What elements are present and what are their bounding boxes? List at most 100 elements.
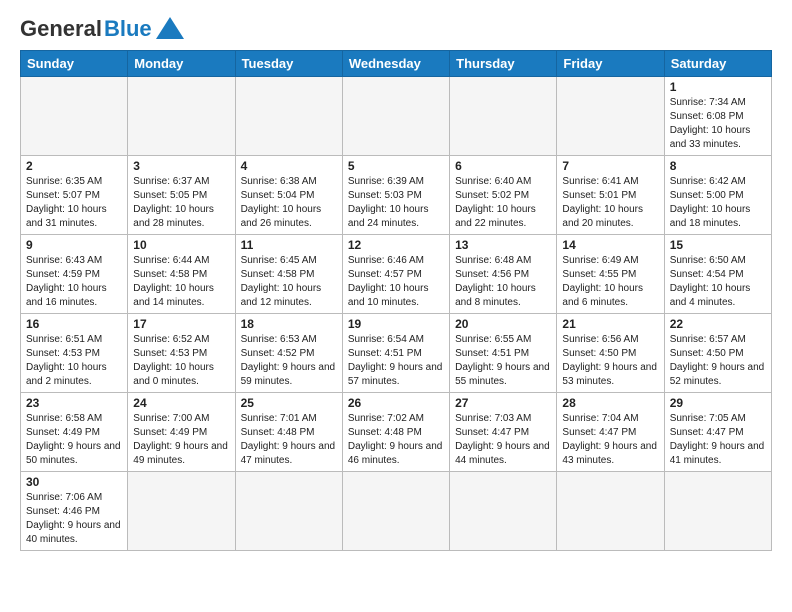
day-number: 18	[241, 317, 337, 331]
day-info: Sunrise: 6:56 AM Sunset: 4:50 PM Dayligh…	[562, 333, 658, 389]
day-info: Sunrise: 7:05 AM Sunset: 4:47 PM Dayligh…	[670, 412, 766, 468]
calendar-cell: 8 Sunrise: 6:42 AM Sunset: 5:00 PM Daylig…	[664, 156, 771, 235]
logo-blue-text: Blue	[104, 16, 152, 42]
calendar-header-row: SundayMondayTuesdayWednesdayThursdayFrid…	[21, 51, 772, 77]
calendar-cell: 30Sunrise: 7:06 AM Sunset: 4:46 PM Dayli…	[21, 472, 128, 551]
day-number: 5	[348, 159, 444, 173]
day-info: Sunrise: 7:03 AM Sunset: 4:47 PM Dayligh…	[455, 412, 551, 468]
day-number: 20	[455, 317, 551, 331]
calendar-header-monday: Monday	[128, 51, 235, 77]
day-number: 22	[670, 317, 766, 331]
calendar-cell: 1 Sunrise: 7:34 AM Sunset: 6:08 PM Daylig…	[664, 77, 771, 156]
calendar-week-4: 23 Sunrise: 6:58 AM Sunset: 4:49 PM Dayli…	[21, 393, 772, 472]
calendar-cell: 21 Sunrise: 6:56 AM Sunset: 4:50 PM Dayli…	[557, 314, 664, 393]
day-info: Sunrise: 7:02 AM Sunset: 4:48 PM Dayligh…	[348, 412, 444, 468]
calendar-cell: 6 Sunrise: 6:40 AM Sunset: 5:02 PM Daylig…	[450, 156, 557, 235]
day-number: 7	[562, 159, 658, 173]
calendar-cell: 29 Sunrise: 7:05 AM Sunset: 4:47 PM Dayli…	[664, 393, 771, 472]
logo-general-text: General	[20, 16, 102, 42]
day-info: Sunrise: 6:48 AM Sunset: 4:56 PM Dayligh…	[455, 254, 551, 310]
calendar-table: SundayMondayTuesdayWednesdayThursdayFrid…	[20, 50, 772, 551]
calendar-cell: 13Sunrise: 6:48 AM Sunset: 4:56 PM Dayli…	[450, 235, 557, 314]
day-number: 12	[348, 238, 444, 252]
calendar-cell: 14 Sunrise: 6:49 AM Sunset: 4:55 PM Dayli…	[557, 235, 664, 314]
day-info: Sunrise: 6:37 AM Sunset: 5:05 PM Dayligh…	[133, 175, 229, 231]
calendar-week-5: 30Sunrise: 7:06 AM Sunset: 4:46 PM Dayli…	[21, 472, 772, 551]
calendar-cell: 22 Sunrise: 6:57 AM Sunset: 4:50 PM Dayli…	[664, 314, 771, 393]
calendar-cell	[342, 77, 449, 156]
calendar-cell	[21, 77, 128, 156]
day-number: 15	[670, 238, 766, 252]
calendar-cell	[235, 472, 342, 551]
logo-triangle-icon	[156, 17, 184, 39]
day-info: Sunrise: 6:46 AM Sunset: 4:57 PM Dayligh…	[348, 254, 444, 310]
day-info: Sunrise: 6:35 AM Sunset: 5:07 PM Dayligh…	[26, 175, 122, 231]
day-info: Sunrise: 6:54 AM Sunset: 4:51 PM Dayligh…	[348, 333, 444, 389]
calendar-cell: 9Sunrise: 6:43 AM Sunset: 4:59 PM Daylig…	[21, 235, 128, 314]
day-number: 16	[26, 317, 122, 331]
day-info: Sunrise: 6:42 AM Sunset: 5:00 PM Dayligh…	[670, 175, 766, 231]
calendar-cell: 28 Sunrise: 7:04 AM Sunset: 4:47 PM Dayli…	[557, 393, 664, 472]
calendar-cell	[557, 472, 664, 551]
calendar-cell	[450, 77, 557, 156]
day-info: Sunrise: 7:01 AM Sunset: 4:48 PM Dayligh…	[241, 412, 337, 468]
day-info: Sunrise: 6:45 AM Sunset: 4:58 PM Dayligh…	[241, 254, 337, 310]
day-number: 6	[455, 159, 551, 173]
day-number: 29	[670, 396, 766, 410]
day-info: Sunrise: 6:40 AM Sunset: 5:02 PM Dayligh…	[455, 175, 551, 231]
calendar-week-2: 9Sunrise: 6:43 AM Sunset: 4:59 PM Daylig…	[21, 235, 772, 314]
calendar-cell: 3Sunrise: 6:37 AM Sunset: 5:05 PM Daylig…	[128, 156, 235, 235]
calendar-cell: 15 Sunrise: 6:50 AM Sunset: 4:54 PM Dayli…	[664, 235, 771, 314]
day-info: Sunrise: 6:39 AM Sunset: 5:03 PM Dayligh…	[348, 175, 444, 231]
day-info: Sunrise: 6:53 AM Sunset: 4:52 PM Dayligh…	[241, 333, 337, 389]
day-number: 24	[133, 396, 229, 410]
calendar-cell: 2 Sunrise: 6:35 AM Sunset: 5:07 PM Daylig…	[21, 156, 128, 235]
calendar-cell: 5 Sunrise: 6:39 AM Sunset: 5:03 PM Daylig…	[342, 156, 449, 235]
day-info: Sunrise: 6:57 AM Sunset: 4:50 PM Dayligh…	[670, 333, 766, 389]
calendar-header-thursday: Thursday	[450, 51, 557, 77]
day-number: 23	[26, 396, 122, 410]
calendar-week-0: 1 Sunrise: 7:34 AM Sunset: 6:08 PM Daylig…	[21, 77, 772, 156]
calendar-cell: 23 Sunrise: 6:58 AM Sunset: 4:49 PM Dayli…	[21, 393, 128, 472]
day-number: 10	[133, 238, 229, 252]
day-info: Sunrise: 6:44 AM Sunset: 4:58 PM Dayligh…	[133, 254, 229, 310]
calendar-cell: 25Sunrise: 7:01 AM Sunset: 4:48 PM Dayli…	[235, 393, 342, 472]
calendar-cell: 4Sunrise: 6:38 AM Sunset: 5:04 PM Daylig…	[235, 156, 342, 235]
calendar-cell: 26Sunrise: 7:02 AM Sunset: 4:48 PM Dayli…	[342, 393, 449, 472]
day-info: Sunrise: 6:49 AM Sunset: 4:55 PM Dayligh…	[562, 254, 658, 310]
calendar-cell: 27 Sunrise: 7:03 AM Sunset: 4:47 PM Dayli…	[450, 393, 557, 472]
day-info: Sunrise: 6:58 AM Sunset: 4:49 PM Dayligh…	[26, 412, 122, 468]
day-info: Sunrise: 6:38 AM Sunset: 5:04 PM Dayligh…	[241, 175, 337, 231]
calendar-cell	[557, 77, 664, 156]
day-info: Sunrise: 7:34 AM Sunset: 6:08 PM Dayligh…	[670, 96, 766, 152]
calendar-cell: 18 Sunrise: 6:53 AM Sunset: 4:52 PM Dayli…	[235, 314, 342, 393]
calendar-week-3: 16 Sunrise: 6:51 AM Sunset: 4:53 PM Dayli…	[21, 314, 772, 393]
day-info: Sunrise: 7:06 AM Sunset: 4:46 PM Dayligh…	[26, 491, 122, 547]
day-info: Sunrise: 6:50 AM Sunset: 4:54 PM Dayligh…	[670, 254, 766, 310]
day-info: Sunrise: 6:51 AM Sunset: 4:53 PM Dayligh…	[26, 333, 122, 389]
calendar-cell	[450, 472, 557, 551]
day-number: 17	[133, 317, 229, 331]
day-number: 2	[26, 159, 122, 173]
calendar-cell: 19Sunrise: 6:54 AM Sunset: 4:51 PM Dayli…	[342, 314, 449, 393]
calendar-cell: 11 Sunrise: 6:45 AM Sunset: 4:58 PM Dayli…	[235, 235, 342, 314]
day-number: 11	[241, 238, 337, 252]
calendar-header-saturday: Saturday	[664, 51, 771, 77]
day-number: 21	[562, 317, 658, 331]
calendar-cell: 20Sunrise: 6:55 AM Sunset: 4:51 PM Dayli…	[450, 314, 557, 393]
calendar-cell: 24Sunrise: 7:00 AM Sunset: 4:49 PM Dayli…	[128, 393, 235, 472]
day-number: 27	[455, 396, 551, 410]
logo: General Blue	[20, 16, 184, 42]
calendar-cell: 12 Sunrise: 6:46 AM Sunset: 4:57 PM Dayli…	[342, 235, 449, 314]
calendar-cell	[128, 472, 235, 551]
calendar-cell: 10 Sunrise: 6:44 AM Sunset: 4:58 PM Dayli…	[128, 235, 235, 314]
calendar-cell: 17Sunrise: 6:52 AM Sunset: 4:53 PM Dayli…	[128, 314, 235, 393]
day-number: 9	[26, 238, 122, 252]
day-info: Sunrise: 7:04 AM Sunset: 4:47 PM Dayligh…	[562, 412, 658, 468]
day-number: 28	[562, 396, 658, 410]
day-number: 8	[670, 159, 766, 173]
calendar-header-sunday: Sunday	[21, 51, 128, 77]
day-number: 1	[670, 80, 766, 94]
calendar-cell: 16 Sunrise: 6:51 AM Sunset: 4:53 PM Dayli…	[21, 314, 128, 393]
day-number: 14	[562, 238, 658, 252]
